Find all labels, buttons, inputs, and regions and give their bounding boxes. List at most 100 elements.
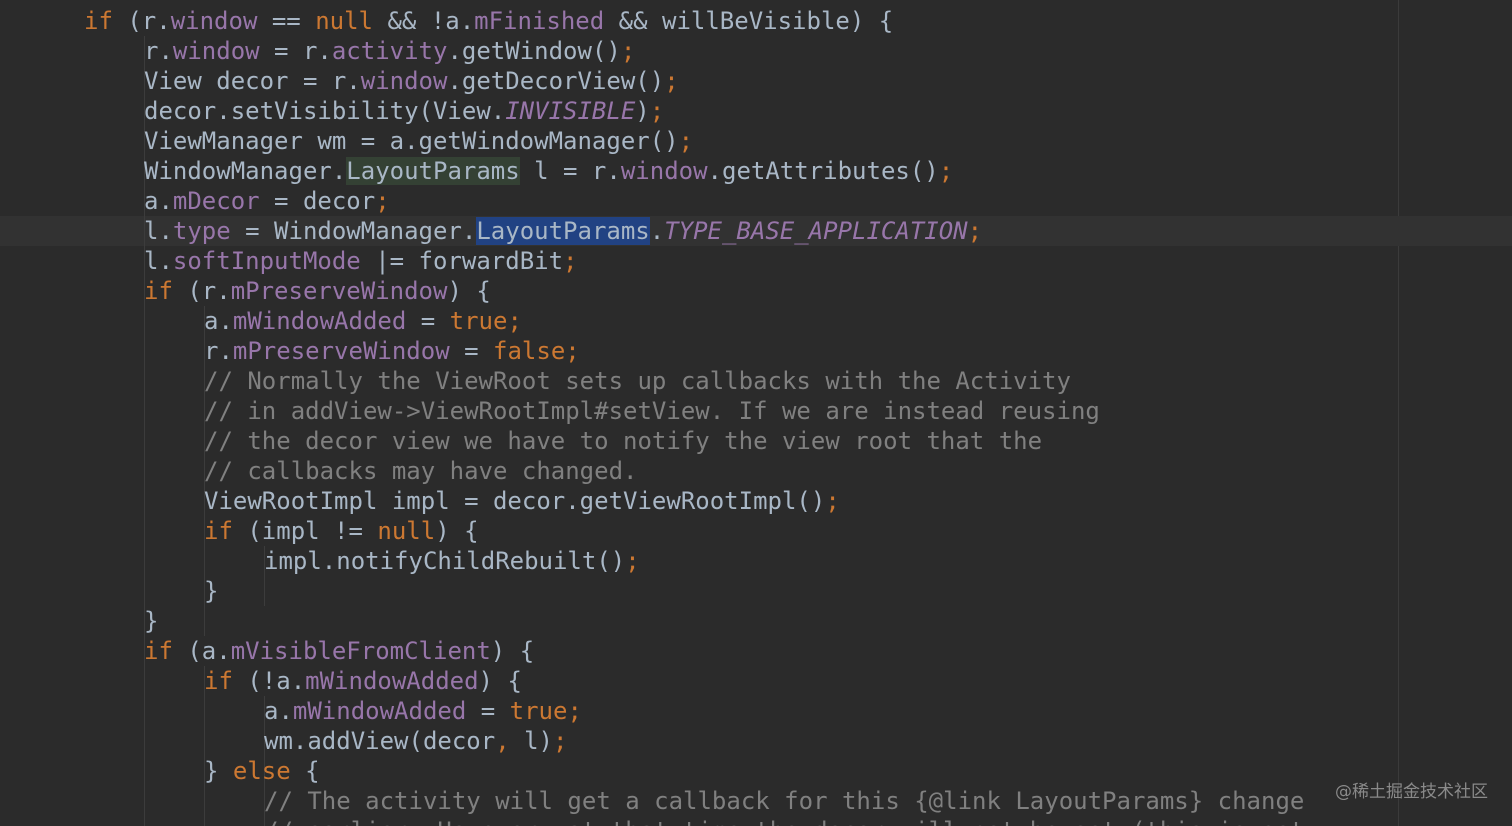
code-token: true; bbox=[449, 307, 522, 335]
code-token: (r. bbox=[172, 277, 231, 305]
code-token: ; bbox=[625, 547, 640, 575]
code-token: a. bbox=[204, 307, 233, 335]
code-token: wm.addView(decor bbox=[264, 727, 496, 755]
code-line[interactable]: decor.setVisibility(View.INVISIBLE); bbox=[144, 96, 664, 126]
code-token: INVISIBLE bbox=[505, 97, 636, 125]
code-token: View decor = r. bbox=[144, 67, 361, 95]
code-line[interactable]: WindowManager.LayoutParams l = r.window.… bbox=[144, 156, 953, 186]
code-line[interactable]: l.type = WindowManager.LayoutParams.TYPE… bbox=[144, 216, 982, 246]
code-token: = bbox=[406, 307, 450, 335]
code-token: ; bbox=[649, 97, 665, 125]
code-token: == bbox=[257, 7, 316, 35]
code-token: = r. bbox=[259, 37, 332, 65]
code-token: if bbox=[144, 637, 173, 665]
code-line[interactable]: r.mPreserveWindow = false; bbox=[204, 336, 580, 366]
code-token: // Normally the ViewRoot sets up callbac… bbox=[204, 367, 1071, 395]
code-token: if bbox=[84, 7, 113, 35]
code-token: TYPE_BASE_APPLICATION bbox=[664, 217, 968, 245]
code-line[interactable]: // Normally the ViewRoot sets up callbac… bbox=[204, 366, 1071, 396]
code-token: ) { bbox=[447, 277, 491, 305]
code-line[interactable]: l.softInputMode |= forwardBit; bbox=[144, 246, 578, 276]
code-token: false; bbox=[493, 337, 580, 365]
code-line[interactable]: } else { bbox=[204, 756, 320, 786]
code-line[interactable]: a.mWindowAdded = true; bbox=[204, 306, 522, 336]
code-token: LayoutParams bbox=[346, 157, 520, 185]
code-token: r. bbox=[204, 337, 233, 365]
code-token: } bbox=[204, 577, 219, 605]
code-line[interactable]: // The activity will get a callback for … bbox=[264, 786, 1304, 816]
code-token: r. bbox=[144, 37, 173, 65]
code-token: // the decor view we have to notify the … bbox=[204, 427, 1043, 455]
code-line[interactable]: // callbacks may have changed. bbox=[204, 456, 637, 486]
code-token: && !a. bbox=[373, 7, 475, 35]
code-token: else bbox=[232, 757, 291, 785]
code-token: // callbacks may have changed. bbox=[204, 457, 638, 485]
code-line[interactable]: // the decor view we have to notify the … bbox=[204, 426, 1042, 456]
code-token: window bbox=[172, 37, 260, 65]
code-line[interactable]: wm.addView(decor, l); bbox=[264, 726, 567, 756]
code-token: , bbox=[495, 727, 510, 755]
code-token: (a. bbox=[172, 637, 231, 665]
code-line[interactable]: // in addView->ViewRootImpl#setView. If … bbox=[204, 396, 1100, 426]
code-line[interactable]: ViewManager wm = a.getWindowManager(); bbox=[144, 126, 693, 156]
code-token: mPreserveWindow bbox=[230, 277, 448, 305]
code-line[interactable]: impl.notifyChildRebuilt(); bbox=[264, 546, 640, 576]
code-token: mFinished bbox=[474, 7, 605, 35]
code-token: WindowManager. bbox=[144, 157, 347, 185]
watermark: @稀土掘金技术社区 bbox=[1335, 782, 1488, 802]
code-line[interactable]: if (a.mVisibleFromClient) { bbox=[144, 636, 534, 666]
code-token: window bbox=[620, 157, 708, 185]
code-token: mVisibleFromClient bbox=[230, 637, 491, 665]
code-token: } bbox=[204, 757, 233, 785]
code-line[interactable]: r.window = r.activity.getWindow(); bbox=[144, 36, 635, 66]
code-line[interactable]: } bbox=[144, 606, 158, 636]
code-line[interactable]: // earlier. However, at that time the de… bbox=[264, 816, 1304, 826]
code-line[interactable]: ViewRootImpl impl = decor.getViewRootImp… bbox=[204, 486, 840, 516]
code-token: a. bbox=[264, 697, 293, 725]
code-token: ) { bbox=[435, 517, 479, 545]
code-token: l. bbox=[144, 247, 173, 275]
code-token: mWindowAdded bbox=[305, 667, 479, 695]
code-line[interactable]: a.mWindowAdded = true; bbox=[264, 696, 582, 726]
code-token: ; bbox=[967, 217, 983, 245]
code-token: |= forwardBit bbox=[360, 247, 564, 275]
code-token: .getAttributes() bbox=[707, 157, 939, 185]
code-token: window bbox=[360, 67, 448, 95]
code-token: null bbox=[377, 517, 436, 545]
code-token: ; bbox=[553, 727, 568, 755]
code-token: ; bbox=[375, 187, 390, 215]
code-token: if bbox=[204, 667, 233, 695]
code-token: ) bbox=[635, 97, 650, 125]
code-token: = decor bbox=[259, 187, 376, 215]
code-line[interactable]: if (impl != null) { bbox=[204, 516, 479, 546]
code-token: l) bbox=[509, 727, 553, 755]
code-token: = WindowManager. bbox=[230, 217, 477, 245]
code-line[interactable]: if (!a.mWindowAdded) { bbox=[204, 666, 522, 696]
code-token: activity bbox=[331, 37, 448, 65]
code-token: LayoutParams bbox=[476, 217, 650, 245]
code-line[interactable]: if (r.window == null && !a.mFinished && … bbox=[84, 6, 893, 36]
code-token: } bbox=[144, 607, 159, 635]
code-token: decor.setVisibility(View. bbox=[144, 97, 506, 125]
code-editor[interactable]: if (r.window == null && !a.mFinished && … bbox=[0, 0, 1512, 826]
code-line[interactable]: View decor = r.window.getDecorView(); bbox=[144, 66, 679, 96]
code-token: && willBeVisible) { bbox=[604, 7, 894, 35]
code-token: .getDecorView() bbox=[447, 67, 665, 95]
code-token: = bbox=[466, 697, 510, 725]
code-token: ; bbox=[563, 247, 578, 275]
code-token: impl.notifyChildRebuilt() bbox=[264, 547, 626, 575]
code-line[interactable]: if (r.mPreserveWindow) { bbox=[144, 276, 491, 306]
code-token: // The activity will get a callback for … bbox=[264, 787, 1305, 815]
code-token: softInputMode bbox=[172, 247, 361, 275]
code-token: ; bbox=[620, 37, 636, 65]
code-token: a. bbox=[144, 187, 173, 215]
code-token: ) { bbox=[490, 637, 535, 665]
code-token: null bbox=[315, 7, 373, 35]
code-line[interactable]: a.mDecor = decor; bbox=[144, 186, 390, 216]
code-line[interactable]: } bbox=[204, 576, 218, 606]
code-token: ; bbox=[678, 127, 694, 155]
code-token: (!a. bbox=[232, 667, 306, 695]
code-token: mWindowAdded bbox=[292, 697, 467, 725]
code-token: (r. bbox=[112, 7, 171, 35]
code-token: if bbox=[144, 277, 173, 305]
